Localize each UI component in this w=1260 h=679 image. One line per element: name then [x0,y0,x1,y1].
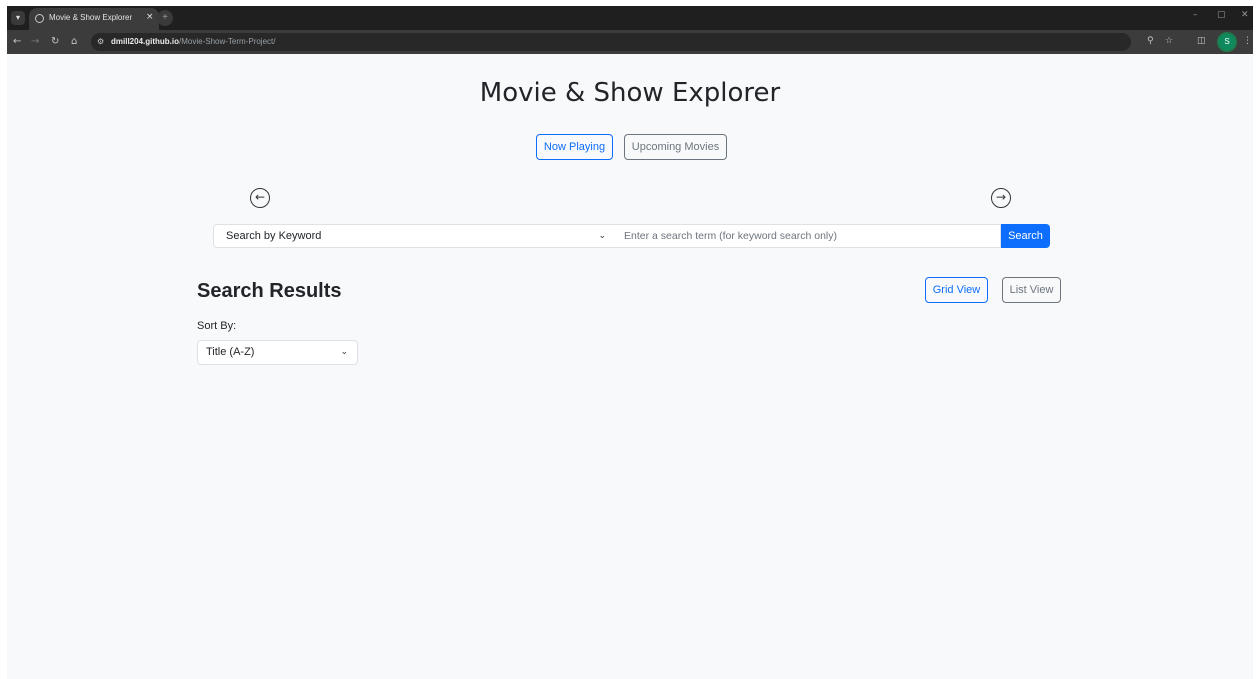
search-input[interactable]: Enter a search term (for keyword search … [615,224,1001,248]
tab-title: Movie & Show Explorer [49,13,133,22]
chevron-down-icon: ⌄ [598,231,606,241]
sort-value: Title (A-Z) [206,346,255,358]
url-text[interactable]: dmill204.github.io/Movie-Show-Term-Proje… [111,37,275,46]
extensions-icon[interactable]: ◫ [1197,36,1206,46]
tab-close-icon[interactable]: × [146,12,154,22]
profile-avatar[interactable]: S [1219,34,1235,50]
address-bar: ← → ↻ ⌂ ⚙ dmill204.github.io/Movie-Show-… [7,30,1253,54]
more-menu-icon[interactable]: ⋮ [1243,36,1252,46]
browser-tab[interactable]: Movie & Show Explorer × [29,8,159,30]
browser-window: ▾ Movie & Show Explorer × + – ▢ ✕ ← → ↻ … [7,6,1253,679]
grid-view-button[interactable]: Grid View [925,277,988,303]
tab-strip: ▾ Movie & Show Explorer × + – ▢ ✕ [7,6,1253,30]
page-title: Movie & Show Explorer [479,78,781,108]
tab-search-icon[interactable]: ▾ [11,11,25,25]
arrow-left-circle-icon[interactable]: ← [250,188,270,208]
zoom-icon[interactable]: ⚲ [1147,36,1154,46]
upcoming-movies-button[interactable]: Upcoming Movies [624,134,727,160]
search-button[interactable]: Search [1001,224,1050,248]
results-heading: Search Results [197,280,342,302]
reload-icon[interactable]: ↻ [51,36,59,48]
search-mode-select[interactable]: Search by Keyword ⌄ [213,224,616,248]
sort-select[interactable]: Title (A-Z) ⌄ [197,340,358,365]
sort-label: Sort By: [197,320,237,332]
restore-icon[interactable]: ▢ [1217,10,1226,20]
globe-icon [35,14,44,23]
home-icon[interactable]: ⌂ [71,36,77,48]
now-playing-button[interactable]: Now Playing [536,134,613,160]
arrow-right-circle-icon[interactable]: → [991,188,1011,208]
new-tab-button[interactable]: + [157,10,173,26]
back-icon[interactable]: ← [13,36,21,48]
bookmark-star-icon[interactable]: ☆ [1165,36,1173,46]
site-info-icon[interactable]: ⚙ [97,37,104,46]
search-mode-value: Search by Keyword [226,230,322,242]
omnibox[interactable]: ⚙ dmill204.github.io/Movie-Show-Term-Pro… [91,33,1131,51]
close-window-icon[interactable]: ✕ [1241,10,1249,20]
chevron-down-icon: ⌄ [340,347,348,357]
page-content: Movie & Show Explorer Now Playing Upcomi… [7,54,1253,679]
forward-icon[interactable]: → [31,36,39,48]
minimize-icon[interactable]: – [1193,10,1198,20]
list-view-button[interactable]: List View [1002,277,1061,303]
